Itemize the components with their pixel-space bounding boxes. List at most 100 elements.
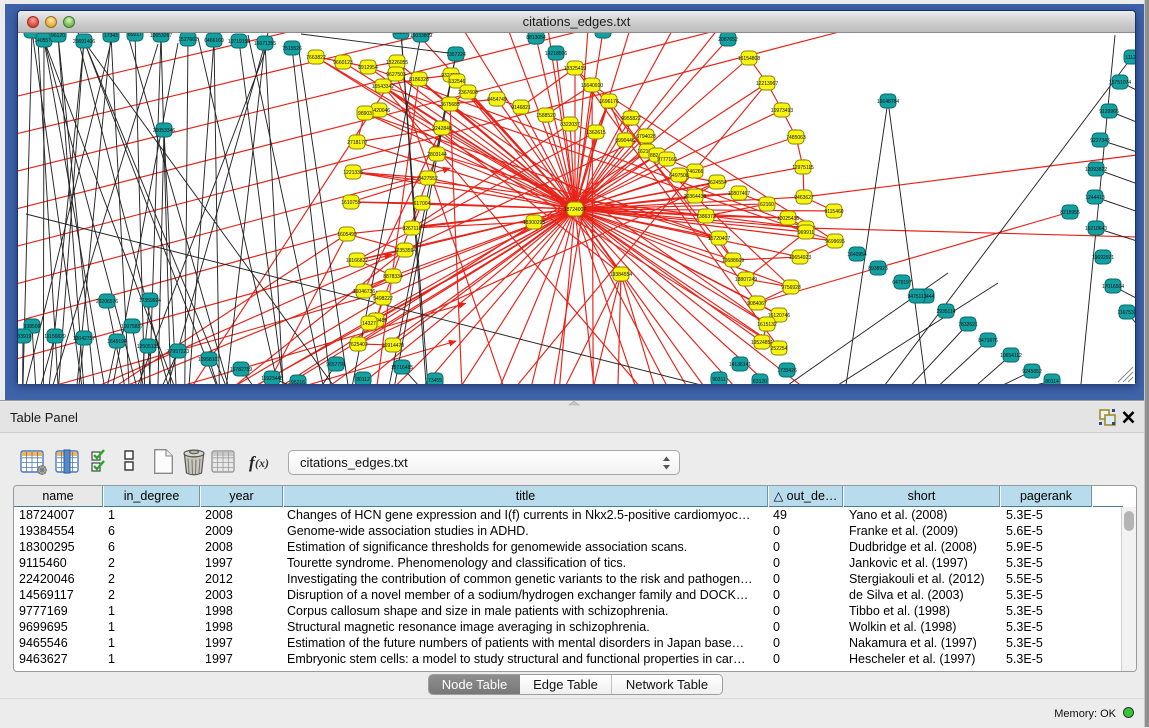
svg-text:9245652: 9245652 — [1022, 369, 1042, 375]
svg-text:95216: 95216 — [291, 380, 305, 384]
svg-text:17957223: 17957223 — [167, 349, 189, 355]
svg-text:1733426: 1733426 — [777, 368, 797, 374]
svg-text:8471676: 8471676 — [978, 338, 998, 344]
svg-text:10973493: 10973493 — [771, 108, 793, 114]
svg-text:6497508: 6497508 — [669, 173, 689, 179]
svg-text:2367608: 2367608 — [458, 90, 478, 96]
svg-text:12505135: 12505135 — [137, 344, 159, 350]
svg-text:8186328: 8186328 — [409, 77, 429, 83]
svg-text:9955822: 9955822 — [621, 116, 641, 122]
svg-text:9463627: 9463627 — [794, 195, 814, 201]
svg-text:9475113: 9475113 — [907, 294, 926, 300]
svg-text:2087652: 2087652 — [718, 37, 738, 43]
svg-text:8813054: 8813054 — [526, 35, 546, 41]
svg-text:10654112: 10654112 — [1000, 353, 1022, 359]
svg-text:133919: 133919 — [18, 334, 32, 340]
svg-text:9660123: 9660123 — [333, 60, 353, 66]
svg-text:252254: 252254 — [771, 346, 788, 352]
svg-text:9146821: 9146821 — [511, 105, 531, 111]
svg-text:7485063: 7485063 — [786, 135, 806, 141]
svg-text:1615132: 1615132 — [757, 322, 777, 328]
svg-text:16210643: 16210643 — [1085, 226, 1107, 232]
svg-text:17359924: 17359924 — [139, 298, 161, 304]
svg-text:12975115: 12975115 — [792, 165, 814, 171]
svg-text:7515526: 7515526 — [282, 46, 302, 52]
svg-text:85216: 85216 — [394, 33, 408, 36]
svg-text:10688609: 10688609 — [722, 258, 744, 264]
svg-text:1362615: 1362615 — [586, 130, 606, 136]
svg-text:15640910: 15640910 — [581, 83, 603, 89]
svg-text:8938923: 8938923 — [868, 266, 888, 272]
svg-text:7625402: 7625402 — [348, 342, 368, 348]
svg-text:1244413: 1244413 — [1085, 195, 1105, 201]
svg-text:6466160: 6466160 — [204, 38, 224, 44]
svg-text:7357224: 7357224 — [446, 52, 466, 58]
svg-text:11156829: 11156829 — [44, 334, 66, 340]
svg-text:969911: 969911 — [798, 230, 815, 236]
svg-text:9242848: 9242848 — [432, 126, 452, 132]
svg-text:90311: 90311 — [712, 377, 726, 383]
svg-text:19654923: 19654923 — [789, 255, 811, 261]
svg-text:11123: 11123 — [1125, 55, 1135, 61]
svg-text:16033809: 16033809 — [410, 33, 432, 39]
svg-text:9657791: 9657791 — [326, 362, 346, 368]
svg-text:8878334: 8878334 — [383, 274, 403, 280]
svg-text:10025436: 10025436 — [777, 216, 799, 222]
svg-text:1605499: 1605499 — [337, 232, 357, 238]
svg-text:7663822: 7663822 — [306, 55, 326, 61]
svg-text:12353594: 12353594 — [394, 248, 416, 254]
svg-text:3675685: 3675685 — [440, 102, 460, 108]
svg-text:1696176: 1696176 — [599, 99, 619, 105]
svg-text:132546: 132546 — [449, 79, 466, 85]
svg-text:(x): (x) — [255, 456, 269, 470]
svg-text:12093822: 12093822 — [1085, 167, 1107, 173]
svg-text:89217: 89217 — [128, 33, 142, 38]
svg-text:15751074: 15751074 — [1109, 80, 1131, 86]
svg-text:9756928: 9756928 — [781, 285, 801, 291]
svg-text:10958107: 10958107 — [198, 357, 220, 363]
svg-text:16154808: 16154808 — [738, 56, 760, 62]
svg-text:13325419: 13325419 — [564, 66, 586, 72]
svg-text:19384554: 19384554 — [610, 272, 632, 278]
svg-text:8990446: 8990446 — [615, 138, 635, 144]
svg-text:80114: 80114 — [1045, 379, 1059, 384]
svg-text:8912954: 8912954 — [358, 65, 378, 71]
svg-text:8427552: 8427552 — [418, 176, 438, 182]
svg-text:9777169: 9777169 — [657, 157, 677, 163]
svg-text:11923448: 11923448 — [261, 376, 283, 382]
svg-text:3267110: 3267110 — [402, 226, 421, 232]
svg-text:9115460: 9115460 — [824, 209, 843, 215]
svg-text:12042757: 12042757 — [73, 336, 95, 342]
svg-text:16543342: 16543342 — [372, 84, 394, 90]
svg-text:16671355: 16671355 — [254, 41, 276, 47]
svg-text:6794028: 6794028 — [636, 134, 656, 140]
svg-text:19692971: 19692971 — [1092, 255, 1114, 261]
svg-text:9699695: 9699695 — [825, 239, 845, 245]
svg-text:20364436: 20364436 — [684, 194, 706, 200]
svg-text:62160: 62160 — [760, 202, 774, 208]
svg-text:1527602: 1527602 — [178, 37, 198, 43]
svg-text:8454749: 8454749 — [487, 97, 507, 103]
svg-text:14136141: 14136141 — [729, 362, 751, 368]
svg-text:14327: 14327 — [362, 321, 376, 327]
svg-text:16046736: 16046736 — [353, 289, 375, 295]
svg-text:12213967: 12213967 — [756, 81, 778, 87]
svg-text:7386372: 7386372 — [696, 214, 716, 220]
svg-text:5498222: 5498222 — [373, 296, 393, 302]
svg-text:9084067: 9084067 — [747, 301, 767, 307]
svg-text:617004: 617004 — [414, 201, 431, 207]
svg-text:17016504: 17016504 — [1102, 284, 1124, 290]
svg-text:1588520: 1588520 — [536, 113, 556, 119]
svg-text:15716485: 15716485 — [391, 365, 413, 371]
svg-text:16782759: 16782759 — [230, 367, 252, 373]
svg-text:7832621: 7832621 — [958, 322, 978, 328]
svg-text:9227343: 9227343 — [1090, 138, 1110, 144]
svg-text:1640954: 1640954 — [847, 252, 867, 258]
svg-text:20053346: 20053346 — [153, 128, 175, 134]
svg-text:73455: 73455 — [428, 378, 442, 384]
svg-text:63120: 63120 — [753, 379, 767, 384]
svg-text:20691406: 20691406 — [73, 39, 95, 45]
svg-text:18724007: 18724007 — [564, 207, 586, 213]
svg-text:18300295: 18300295 — [523, 220, 545, 226]
svg-text:746266: 746266 — [687, 169, 704, 175]
